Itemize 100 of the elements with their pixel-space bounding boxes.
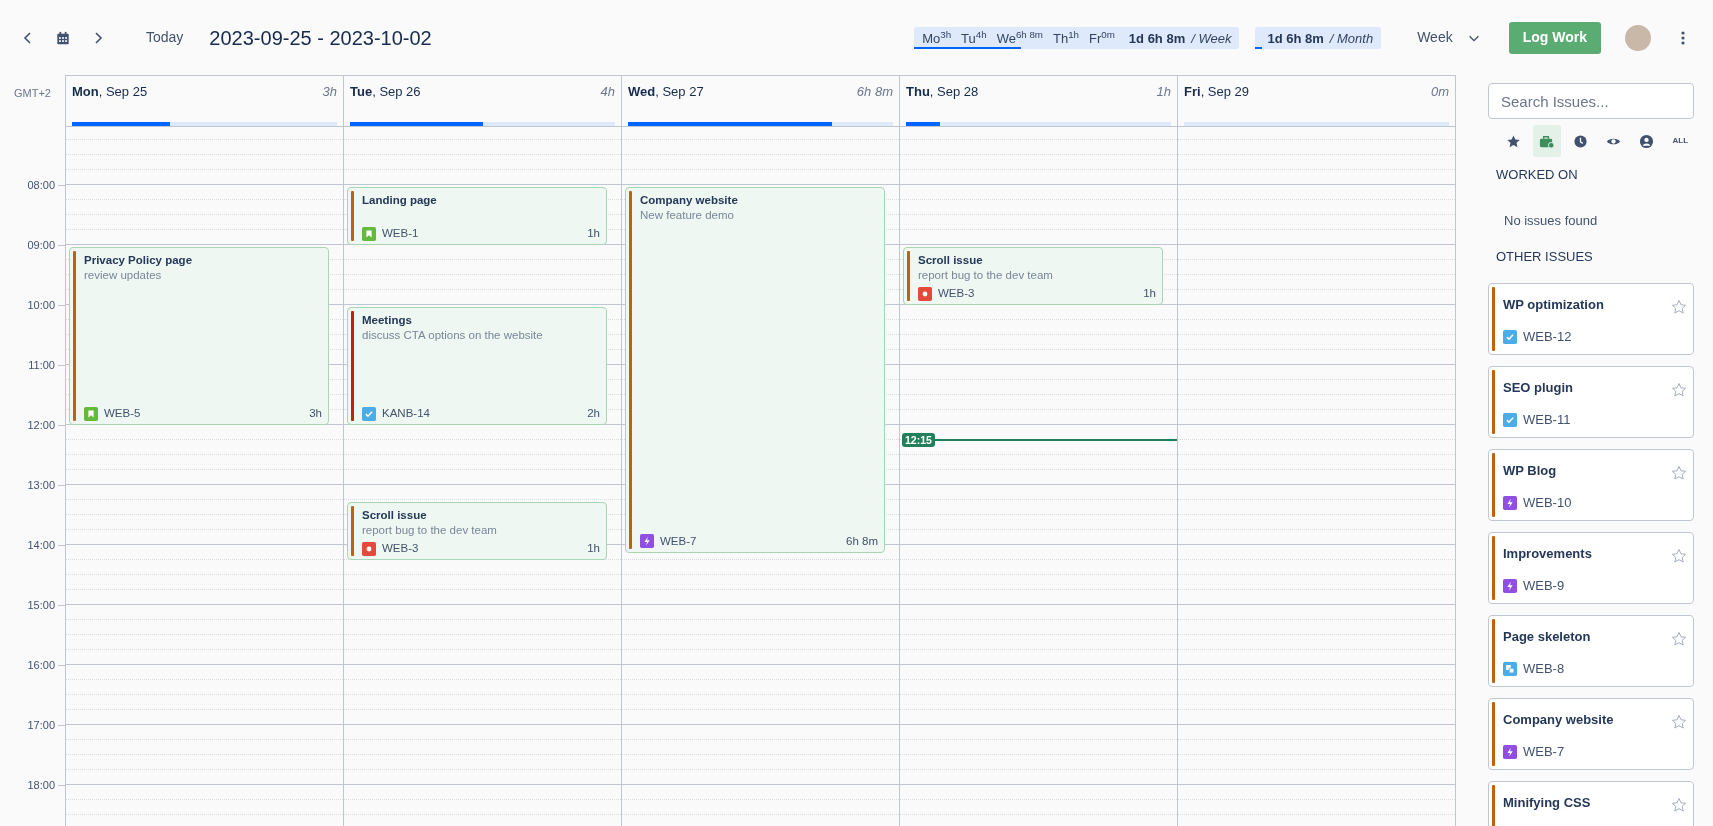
day-total: We$^{6h 8m}$ xyxy=(996,28,1043,48)
hour-label: 12:00 xyxy=(27,417,56,433)
lightning-icon xyxy=(1503,495,1517,510)
issue-key: KANB-14 xyxy=(382,406,430,421)
issue-title: SEO plugin xyxy=(1503,378,1575,397)
day-total: Th$^{1h}$ xyxy=(1053,28,1080,48)
current-time-badge: 12:15 xyxy=(902,433,935,447)
star-outline-icon[interactable] xyxy=(1671,547,1687,564)
today-button[interactable]: Today xyxy=(140,23,190,52)
hour-label: 09:00 xyxy=(27,237,56,253)
issue-key: WEB-1 xyxy=(382,226,419,241)
event-card[interactable]: Meetings discuss CTA options on the website KANB-14 2h xyxy=(347,307,607,425)
day-total: 4h xyxy=(600,83,615,101)
more-icon[interactable] xyxy=(1681,29,1685,46)
event-duration: 2h xyxy=(587,406,600,421)
task-icon xyxy=(1503,329,1517,344)
issue-key: WEB-9 xyxy=(1523,576,1565,596)
issue-title: Page skeleton xyxy=(1503,627,1592,646)
hour-label: 13:00 xyxy=(27,477,56,493)
task-icon xyxy=(1503,412,1517,427)
event-duration: 1h xyxy=(587,226,600,241)
search-field[interactable]: Search Issues... xyxy=(1488,83,1694,119)
user-icon xyxy=(1639,133,1655,149)
day-total: 0m xyxy=(1430,83,1449,101)
avatar[interactable] xyxy=(1625,24,1651,51)
issue-key: WEB-5 xyxy=(104,406,141,421)
event-card[interactable]: Landing page WEB-1 1h xyxy=(347,187,607,245)
period-label: / Month xyxy=(1329,29,1374,48)
issue-card[interactable]: Page skeleton WEB-8 xyxy=(1488,614,1694,687)
day-label: Tue, Sep 26 xyxy=(350,83,421,101)
subtask-icon xyxy=(1503,661,1517,676)
filter-tab[interactable]: ALL xyxy=(1666,125,1694,157)
star-outline-icon[interactable] xyxy=(1671,796,1687,813)
day-label: Thu, Sep 28 xyxy=(906,83,979,101)
briefcase-icon xyxy=(1539,133,1555,149)
period-label: / Week xyxy=(1191,29,1232,48)
issue-card[interactable]: SEO plugin WEB-11 xyxy=(1488,365,1694,438)
hour-label: 15:00 xyxy=(27,597,56,613)
issue-card[interactable]: Company website WEB-7 xyxy=(1488,697,1694,770)
task-icon xyxy=(362,406,376,421)
issue-title: Minifying CSS xyxy=(1503,793,1592,812)
issue-title: WP optimization xyxy=(1503,295,1605,314)
day-total: Tu$^{4h}$ xyxy=(961,28,987,48)
total-time: 1d 6h 8m xyxy=(1128,29,1186,48)
issue-key: WEB-11 xyxy=(1523,410,1571,430)
event-title: Scroll issue xyxy=(918,253,984,268)
event-duration: 1h xyxy=(1143,286,1156,301)
event-description: review updates xyxy=(84,268,163,283)
event-card[interactable]: Scroll issue report bug to the dev team WEB-3 1h xyxy=(347,502,607,560)
issue-key: WEB-7 xyxy=(660,533,697,549)
issue-title: Improvements xyxy=(1503,544,1593,563)
issue-key: WEB-3 xyxy=(938,286,975,301)
event-duration: 3h xyxy=(309,406,322,421)
issue-card[interactable]: Improvements WEB-9 xyxy=(1488,531,1694,604)
lightning-icon xyxy=(1503,744,1517,759)
calendar-icon[interactable] xyxy=(56,30,70,45)
event-card[interactable]: Company website New feature demo WEB-7 6h 8m xyxy=(625,187,885,553)
hour-label: 14:00 xyxy=(27,537,56,553)
lightning-icon xyxy=(1503,578,1517,593)
event-title: Scroll issue xyxy=(362,508,428,523)
event-duration: 1h xyxy=(587,541,600,556)
event-title: Meetings xyxy=(362,313,413,328)
day-total: 3h xyxy=(322,83,337,101)
star-outline-icon[interactable] xyxy=(1671,464,1687,481)
empty-message: No issues found xyxy=(1504,211,1599,230)
filter-tab[interactable] xyxy=(1533,125,1561,157)
event-description: New feature demo xyxy=(640,208,735,223)
bug-icon xyxy=(362,541,376,556)
hour-label: 11:00 xyxy=(28,357,56,373)
view-dropdown[interactable]: Week xyxy=(1417,27,1481,48)
star-outline-icon[interactable] xyxy=(1671,298,1687,315)
issue-key: WEB-12 xyxy=(1523,327,1572,347)
issue-title: WP Blog xyxy=(1503,461,1558,480)
date-range-title: 2023-09-25 - 2023-10-02 xyxy=(209,25,432,51)
star-outline-icon[interactable] xyxy=(1671,630,1687,647)
section-heading: OTHER ISSUES xyxy=(1496,248,1594,266)
issue-key: WEB-3 xyxy=(382,541,419,556)
event-card[interactable]: Scroll issue report bug to the dev team WEB-3 1h xyxy=(903,247,1163,305)
star-icon xyxy=(1506,133,1522,149)
issue-card[interactable]: WP optimization WEB-12 xyxy=(1488,282,1694,355)
issue-card[interactable]: Minifying CSS xyxy=(1488,780,1694,826)
event-title: Privacy Policy page xyxy=(84,253,194,268)
hour-label: 17:00 xyxy=(27,717,56,733)
star-outline-icon[interactable] xyxy=(1671,381,1687,398)
hour-label: 16:00 xyxy=(27,657,56,673)
event-title: Landing page xyxy=(362,193,438,208)
star-outline-icon[interactable] xyxy=(1671,713,1687,730)
hour-label: 10:00 xyxy=(27,297,56,313)
total-time: 1d 6h 8m xyxy=(1267,29,1324,48)
event-duration: 6h 8m xyxy=(846,533,878,549)
day-total: Mo$^{3h}$ xyxy=(922,28,952,48)
event-card[interactable]: Privacy Policy page review updates WEB-5 3h xyxy=(69,247,329,425)
issue-card[interactable]: WP Blog WEB-10 xyxy=(1488,448,1694,521)
timezone-label: GMT+2 xyxy=(14,87,51,99)
story-icon xyxy=(362,226,376,241)
hour-label: 08:00 xyxy=(27,177,56,193)
hour-label: 18:00 xyxy=(27,777,56,793)
day-label: Mon, Sep 25 xyxy=(72,83,148,101)
issue-key: WEB-10 xyxy=(1523,493,1572,513)
event-description: discuss CTA options on the website xyxy=(362,328,544,343)
